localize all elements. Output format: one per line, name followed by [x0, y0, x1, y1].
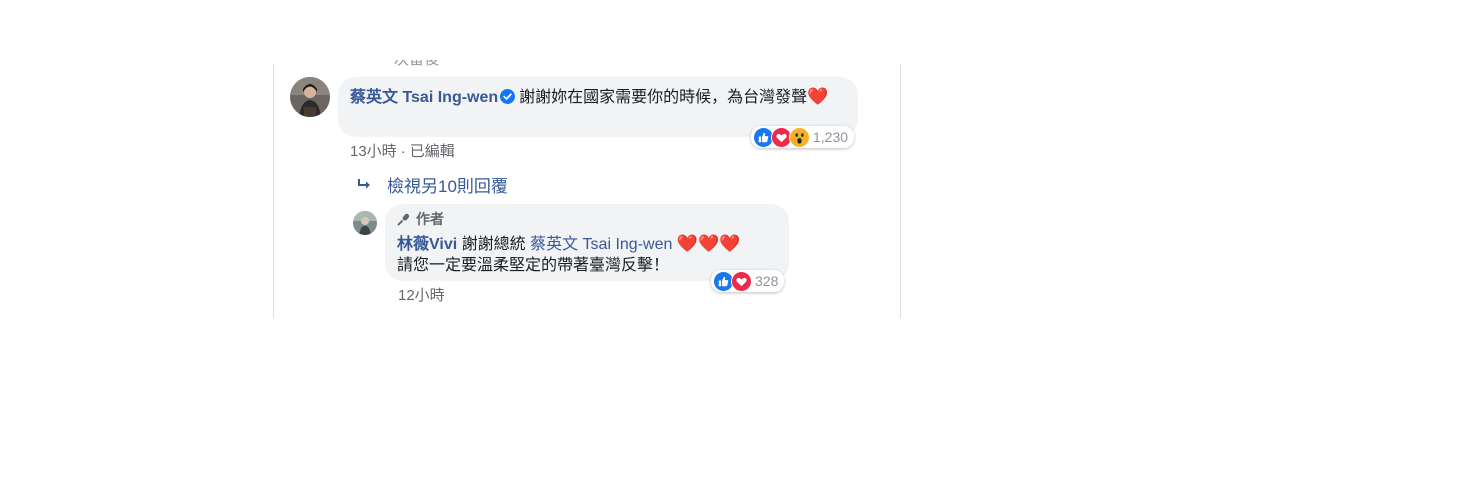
mention-link[interactable]: 蔡英文 Tsai Ing-wen: [530, 236, 672, 253]
avatar[interactable]: [290, 77, 330, 117]
clipped-header-text: 次留後: [394, 51, 440, 68]
heart-emoji-icon: ❤️: [807, 87, 829, 106]
wow-icon: [789, 126, 810, 148]
reaction-count: 328: [755, 273, 779, 289]
reply-avatar[interactable]: [353, 211, 377, 235]
reply-timestamp[interactable]: 12小時: [398, 287, 445, 304]
reaction-summary[interactable]: 1,230: [751, 126, 855, 148]
verified-badge-icon: [500, 89, 516, 104]
comment-timestamp[interactable]: 13小時: [350, 143, 397, 160]
edited-label[interactable]: 已編輯: [410, 143, 455, 160]
heart-emoji-icon: ❤️❤️❤️: [676, 234, 741, 253]
author-badge: 作者: [397, 209, 777, 230]
comment-text: 謝謝妳在國家需要你的時候，為台灣發聲: [519, 89, 808, 106]
comment-meta: 13小時 · 已編輯: [350, 143, 455, 160]
microphone-icon: [397, 213, 410, 226]
view-more-replies-label: 檢視另10則回覆: [387, 177, 508, 196]
reply-arrow-icon: [358, 178, 370, 188]
comment-author-name[interactable]: 蔡英文 Tsai Ing-wen: [350, 89, 498, 106]
reply-meta: 12小時: [398, 284, 445, 305]
comments-panel: 次留後 蔡英文 Tsai Ing-wen 謝謝妳在國家需要你的時候，為台灣發聲❤️…: [273, 60, 901, 318]
author-badge-label: 作者: [416, 211, 444, 227]
reply-author-name[interactable]: 林薇Vivi: [397, 236, 457, 253]
reply-text: 謝謝總統: [461, 236, 526, 253]
view-more-replies-link[interactable]: 檢視另10則回覆: [357, 172, 508, 197]
love-icon: [731, 270, 752, 292]
reaction-count: 1,230: [813, 129, 849, 145]
reply-reaction-summary[interactable]: 328: [711, 270, 785, 292]
